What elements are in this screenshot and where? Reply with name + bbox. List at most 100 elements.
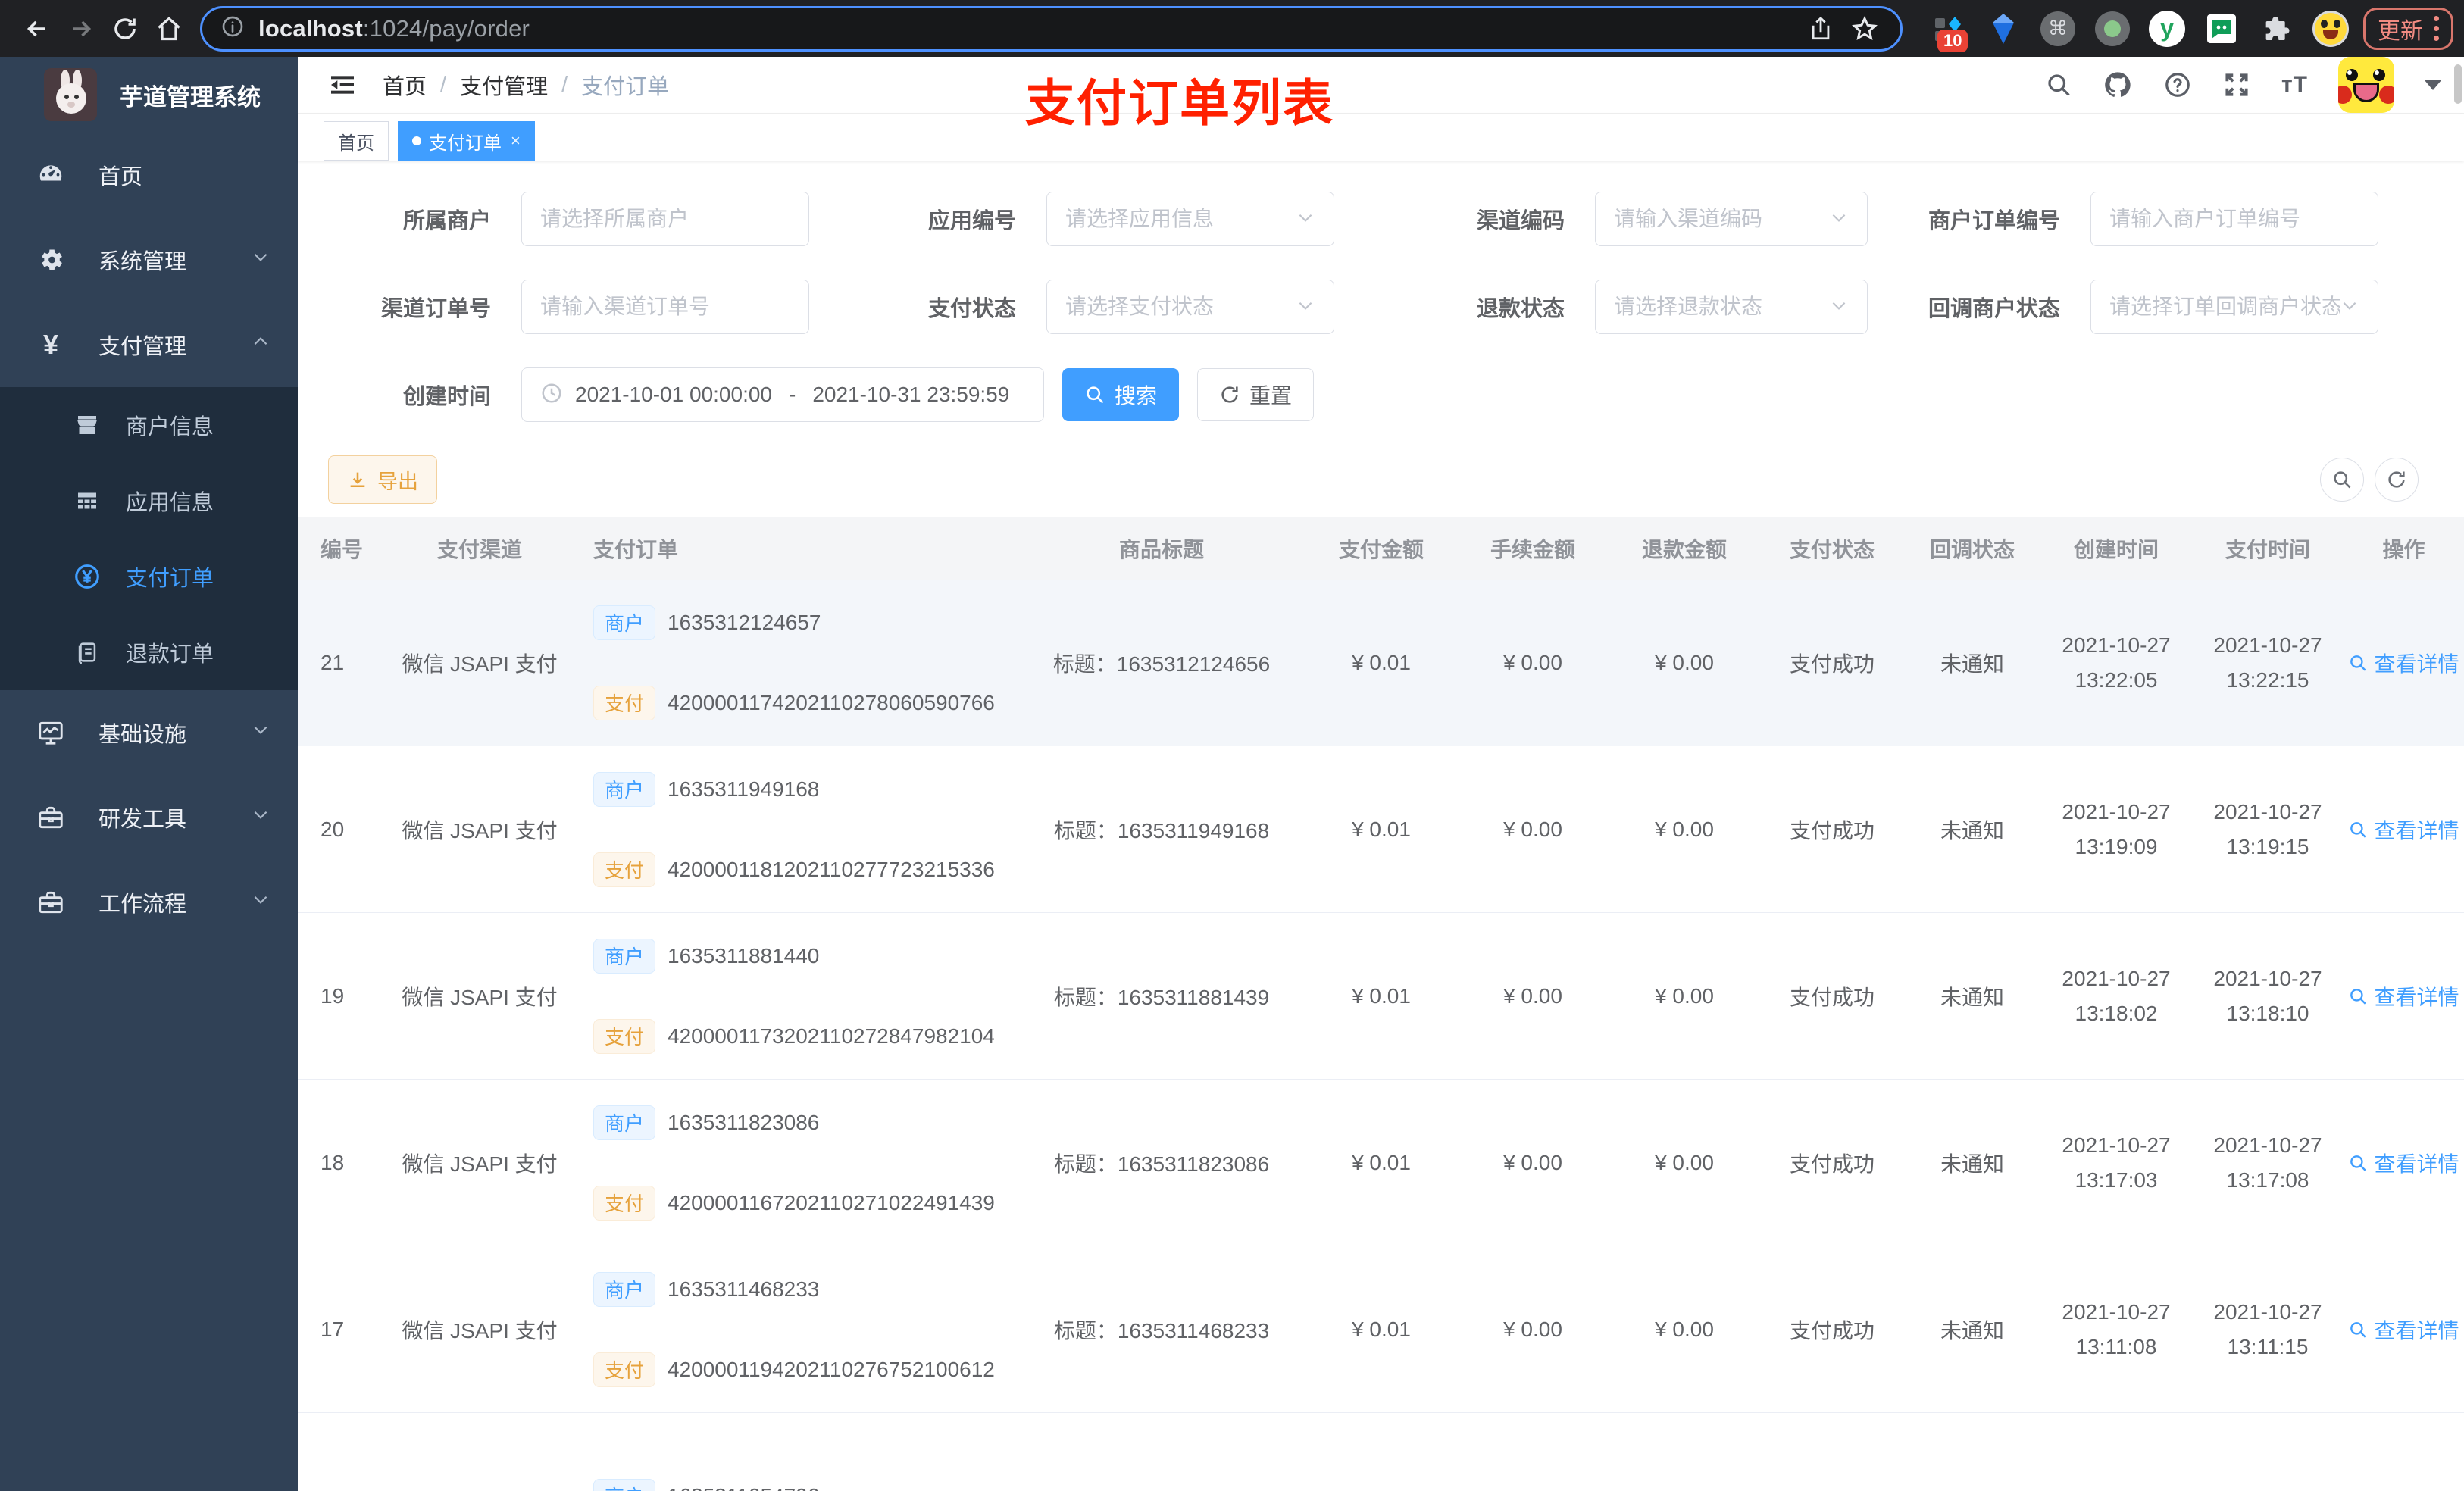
reload-icon[interactable] (103, 7, 147, 51)
pay-tag: 支付 (593, 685, 656, 720)
merchant-order-no-field[interactable] (2109, 207, 2359, 231)
page-topbar: 首页 / 支付管理 / 支付订单 тT (298, 57, 2464, 114)
merchant-input[interactable] (521, 192, 809, 246)
sidebar-item-pay-order[interactable]: 支付订单 (0, 539, 298, 614)
address-bar[interactable]: localhost:1024/pay/order (200, 5, 1903, 52)
extension-tasks-icon[interactable]: 10 (1930, 10, 1968, 52)
date-range-end: 2021-10-31 23:59:59 (812, 383, 1010, 406)
channel-code-select[interactable] (1595, 192, 1868, 246)
extension-record-icon[interactable] (2093, 10, 2131, 48)
share-icon[interactable] (1799, 7, 1843, 51)
payment-submenu: 商户信息 应用信息 支付订单 退款订单 (0, 387, 298, 690)
view-detail-link[interactable]: 查看详情 (2348, 648, 2459, 678)
merchant-order-no: 1635312124657 (668, 610, 821, 634)
channel-order-no-input[interactable] (521, 280, 809, 334)
table-header-cell: 创建时间 (2073, 538, 2159, 561)
close-icon[interactable]: × (511, 131, 521, 151)
font-size-icon[interactable]: тT (2281, 72, 2308, 98)
refresh-table-button[interactable] (2375, 458, 2419, 502)
github-icon[interactable] (2103, 70, 2133, 100)
merchant-order-no: 1635311949168 (668, 777, 820, 801)
table-row: 18 微信 JSAPI 支付 商户 1635311823086 支付 4200001167… (298, 1080, 2464, 1246)
channel-code-field[interactable] (1614, 207, 1829, 231)
view-detail-link[interactable]: 查看详情 (2348, 814, 2459, 845)
cell-created: 2021-10-27 13:19:09 (2062, 799, 2171, 858)
merchant-order-no-input[interactable] (2090, 192, 2378, 246)
pay-order-line: 支付 4200001167202110271022491439 (593, 1185, 1013, 1221)
tab-home[interactable]: 首页 (324, 121, 389, 161)
filter-label: 渠道订单号 (380, 297, 491, 321)
cell-id: 18 (321, 1150, 345, 1174)
back-icon[interactable] (15, 7, 59, 51)
view-detail-link[interactable]: 查看详情 (2348, 1148, 2459, 1178)
pay-order-no: 4200001173202110272847982104 (668, 1024, 995, 1048)
sidebar-item-app-info[interactable]: 应用信息 (0, 463, 298, 539)
merchant-tag: 商户 (593, 605, 656, 640)
extension-y-icon[interactable]: y (2148, 10, 2186, 48)
search-icon[interactable] (2045, 71, 2072, 98)
app-select-field[interactable] (1065, 207, 1296, 231)
cell-notify: 未通知 (1940, 652, 2004, 676)
cell-action: 查看详情 (2344, 1314, 2464, 1345)
tab-label: 首页 (338, 133, 374, 154)
home-icon[interactable] (147, 7, 191, 51)
help-icon[interactable] (2163, 70, 2192, 99)
sidebar-item-merchant-info[interactable]: 商户信息 (0, 387, 298, 463)
merchant-order-line: 商户 1635311054796 (593, 1478, 1013, 1491)
merchant-input-field[interactable] (540, 207, 790, 231)
toggle-search-button[interactable] (2320, 458, 2364, 502)
sidebar-item-home[interactable]: 首页 (0, 133, 298, 217)
refund-status-field[interactable] (1614, 295, 1829, 319)
sidebar-item-label: 退款订单 (126, 642, 214, 667)
sidebar-item-dev-tools[interactable]: 研发工具 (0, 775, 298, 860)
sidebar-item-refund-order[interactable]: 退款订单 (0, 614, 298, 690)
cell-title: 标题：1635311881439 (1053, 985, 1270, 1009)
channel-order-no-field[interactable] (540, 295, 790, 319)
app-select[interactable] (1046, 192, 1334, 246)
sidebar-toggle-icon[interactable] (324, 66, 361, 104)
pay-status-select[interactable] (1046, 280, 1334, 334)
page-scrollbar-thumb[interactable] (2454, 64, 2462, 104)
breadcrumb-home[interactable]: 首页 (383, 69, 427, 101)
site-info-icon[interactable] (220, 14, 245, 42)
extension-emoji-icon[interactable] (2312, 10, 2350, 48)
caret-down-icon[interactable] (2425, 80, 2441, 90)
sidebar-item-system[interactable]: 系统管理 (0, 217, 298, 302)
notify-status-select[interactable] (2090, 280, 2378, 334)
chevron-down-icon (251, 720, 270, 746)
bookmark-star-icon[interactable] (1843, 7, 1887, 51)
extension-chat-icon[interactable] (2203, 10, 2240, 48)
sidebar-item-workflow[interactable]: 工作流程 (0, 860, 298, 945)
browser-menu-icon[interactable] (2434, 16, 2439, 41)
export-button[interactable]: 导出 (328, 455, 437, 504)
avatar[interactable] (2338, 57, 2394, 113)
extension-command-icon[interactable]: ⌘ (2039, 10, 2077, 48)
extensions-puzzle-icon[interactable] (2257, 10, 2295, 48)
cell-created: 2021-10-27 13:18:02 (2062, 966, 2171, 1025)
search-button[interactable]: 搜索 (1062, 368, 1180, 421)
reset-button[interactable]: 重置 (1197, 368, 1315, 421)
refund-status-select[interactable] (1595, 280, 1868, 334)
cell-title: 标题：1635311823086 (1053, 1152, 1270, 1176)
breadcrumb-current: 支付订单 (581, 75, 670, 99)
tab-pay-order[interactable]: 支付订单 × (398, 121, 535, 161)
sidebar-item-infrastructure[interactable]: 基础设施 (0, 690, 298, 775)
sidebar-item-payment[interactable]: ¥ 支付管理 (0, 302, 298, 387)
fullscreen-icon[interactable] (2222, 70, 2251, 99)
filter-row-1: 所属商户 应用编号 渠道编码 商户订单编号 (298, 192, 2464, 246)
browser-update-button[interactable]: 更新 (2363, 7, 2453, 50)
cell-action: 查看详情 (2344, 981, 2464, 1011)
table-header-cell: 编号 (321, 538, 364, 561)
notify-status-field[interactable] (2109, 295, 2340, 319)
logo-row: 芋道管理系统 (0, 57, 298, 133)
forward-icon[interactable] (59, 7, 103, 51)
extension-gem-icon[interactable] (1984, 10, 2022, 48)
merchant-tag: 商户 (593, 1105, 656, 1140)
view-detail-link[interactable]: 查看详情 (2348, 981, 2459, 1011)
breadcrumb-payment[interactable]: 支付管理 (460, 69, 548, 101)
cell-id: 20 (321, 817, 345, 841)
create-time-range-picker[interactable]: 2021-10-01 00:00:00 - 2021-10-31 23:59:5… (521, 367, 1044, 422)
view-detail-link[interactable]: 查看详情 (2348, 1314, 2459, 1345)
pay-status-field[interactable] (1065, 295, 1296, 319)
sidebar-item-label: 首页 (98, 165, 143, 189)
